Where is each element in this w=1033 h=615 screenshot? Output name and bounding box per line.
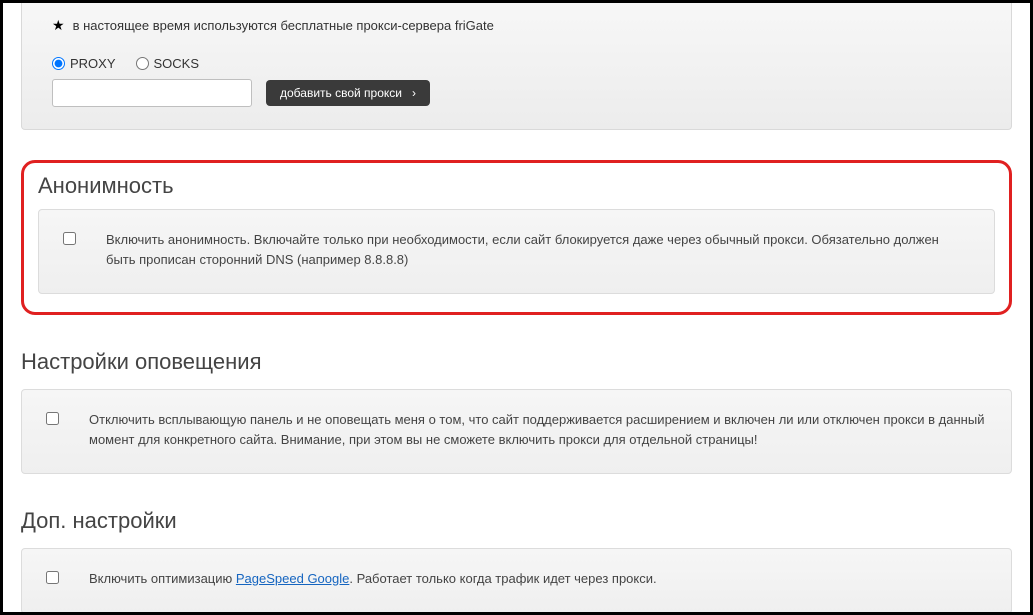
proxy-panel: ★ в настоящее время используются бесплат…	[21, 3, 1012, 130]
section-notifications-title: Настройки оповещения	[21, 349, 1012, 375]
proxy-input-row: добавить свой прокси ›	[52, 79, 981, 107]
chevron-right-icon: ›	[412, 86, 416, 100]
pagespeed-checkbox[interactable]	[46, 571, 59, 584]
pagespeed-text-before: Включить оптимизацию	[89, 571, 236, 586]
section-notifications: Настройки оповещения Отключить всплывающ…	[21, 349, 1012, 474]
pagespeed-link[interactable]: PageSpeed Google	[236, 571, 349, 586]
radio-proxy[interactable]: PROXY	[52, 56, 116, 71]
section-additional: Доп. настройки Включить оптимизацию Page…	[21, 508, 1012, 612]
add-proxy-button[interactable]: добавить свой прокси ›	[266, 80, 430, 106]
radio-proxy-input[interactable]	[52, 57, 65, 70]
section-additional-title: Доп. настройки	[21, 508, 1012, 534]
proxy-status-text: в настоящее время используются бесплатны…	[73, 18, 494, 33]
proxy-type-radio-group: PROXY SOCKS	[52, 56, 981, 71]
pagespeed-checkbox-text: Включить оптимизацию PageSpeed Google. Р…	[89, 569, 987, 589]
anonymity-option-box: Включить анонимность. Включайте только п…	[38, 209, 995, 294]
notifications-checkbox[interactable]	[46, 412, 59, 425]
additional-option-box: Включить оптимизацию PageSpeed Google. Р…	[21, 548, 1012, 612]
radio-proxy-label: PROXY	[70, 56, 116, 71]
settings-page: ★ в настоящее время используются бесплат…	[3, 3, 1030, 612]
star-icon: ★	[52, 17, 65, 34]
pagespeed-text-after: . Работает только когда трафик идет чере…	[349, 571, 656, 586]
radio-socks[interactable]: SOCKS	[136, 56, 200, 71]
radio-socks-input[interactable]	[136, 57, 149, 70]
anonymity-checkbox-text: Включить анонимность. Включайте только п…	[106, 230, 970, 269]
notifications-option-box: Отключить всплывающую панель и не оповещ…	[21, 389, 1012, 474]
radio-socks-label: SOCKS	[154, 56, 200, 71]
proxy-status-line: ★ в настоящее время используются бесплат…	[52, 17, 981, 34]
notifications-checkbox-text: Отключить всплывающую панель и не оповещ…	[89, 410, 987, 449]
add-proxy-button-label: добавить свой прокси	[280, 86, 402, 100]
proxy-address-input[interactable]	[52, 79, 252, 107]
section-anonymity: Анонимность Включить анонимность. Включа…	[21, 160, 1012, 315]
anonymity-checkbox[interactable]	[63, 232, 76, 245]
section-anonymity-title: Анонимность	[38, 173, 995, 199]
